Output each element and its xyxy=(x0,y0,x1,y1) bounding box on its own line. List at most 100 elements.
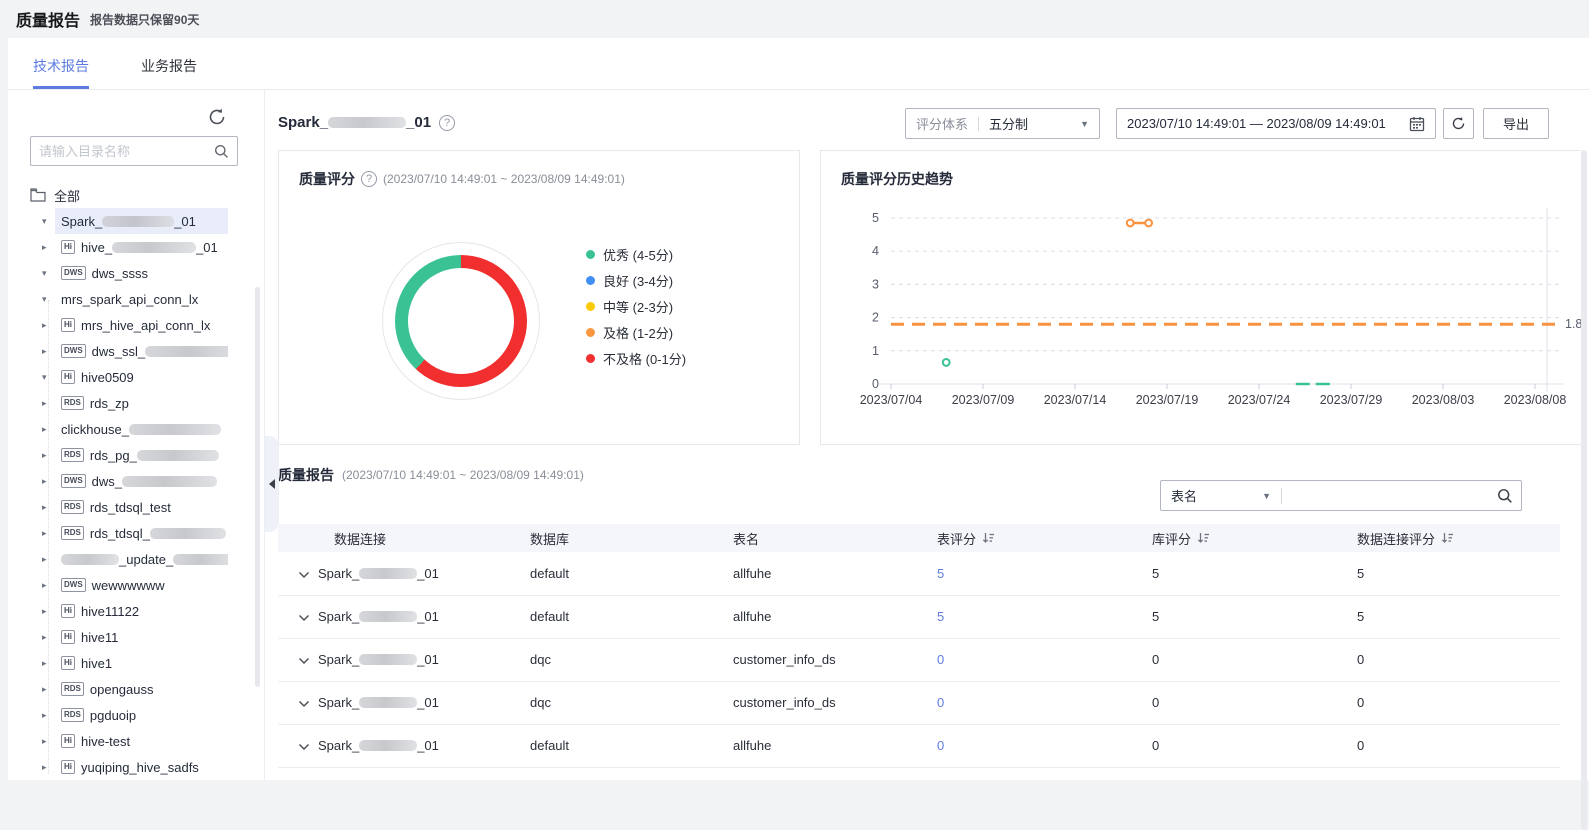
chevron-expanded-icon[interactable]: ▾ xyxy=(42,216,55,227)
redacted-text xyxy=(173,554,228,565)
name-text: dws_ssss xyxy=(92,266,148,281)
sort-icon[interactable] xyxy=(1441,532,1454,544)
column-header[interactable]: 库评分 xyxy=(1152,524,1357,552)
chevron-expanded-icon[interactable]: ▾ xyxy=(42,268,55,279)
tree-item[interactable]: ▸DWSwewwwwww xyxy=(8,572,254,598)
quality-score-help-icon[interactable]: ? xyxy=(361,171,377,187)
table-score-link[interactable]: 5 xyxy=(937,566,944,581)
row-expand-icon[interactable] xyxy=(298,614,310,622)
export-button[interactable]: 导出 xyxy=(1483,108,1549,139)
chevron-collapsed-icon[interactable]: ▸ xyxy=(42,242,55,253)
tree-item[interactable]: ▸Hihive11122 xyxy=(8,598,254,624)
chevron-collapsed-icon[interactable]: ▸ xyxy=(42,346,55,357)
tree-item[interactable]: ▸Hihive11 xyxy=(8,624,254,650)
table-score-link[interactable]: 0 xyxy=(937,652,944,667)
date-range-picker[interactable]: 2023/07/10 14:49:01 — 2023/08/09 14:49:0… xyxy=(1116,108,1436,139)
filter-search-input[interactable] xyxy=(1282,488,1497,503)
tree-item-body: Hihive0509 xyxy=(55,364,228,390)
chevron-collapsed-icon[interactable]: ▸ xyxy=(42,684,55,695)
directory-tree: 全部 ▾Spark__01▸Hihive__01▾DWSdws_ssss▾mrs… xyxy=(8,182,254,780)
search-icon[interactable] xyxy=(214,144,229,159)
column-header[interactable]: 表评分 xyxy=(937,524,1152,552)
filter-field-select[interactable]: 表名 ▼ xyxy=(1161,481,1281,510)
tree-item[interactable]: ▾Spark__01 xyxy=(8,208,254,234)
legend-item[interactable]: 不及格 (0-1分) xyxy=(586,351,686,366)
tree-item[interactable]: ▸RDSpgduoip xyxy=(8,702,254,728)
chevron-collapsed-icon[interactable]: ▸ xyxy=(42,658,55,669)
tree-item[interactable]: ▸_update_ xyxy=(8,546,254,572)
row-expand-icon[interactable] xyxy=(298,571,310,579)
chevron-collapsed-icon[interactable]: ▸ xyxy=(42,554,55,565)
legend-item[interactable]: 优秀 (4-5分) xyxy=(586,247,686,262)
score-system-select[interactable]: 评分体系 五分制 ▼ xyxy=(905,108,1100,139)
table-score-link[interactable]: 0 xyxy=(937,738,944,753)
directory-search-input[interactable] xyxy=(39,144,214,159)
chevron-collapsed-icon[interactable]: ▸ xyxy=(42,476,55,487)
refresh-tree-icon[interactable] xyxy=(206,106,228,128)
tree-item-body: Hihive1 xyxy=(55,650,228,676)
tree-item[interactable]: ▸RDSrds_zp xyxy=(8,390,254,416)
tree-root-all[interactable]: 全部 xyxy=(8,182,254,208)
name-text: _01 xyxy=(406,114,431,131)
chevron-collapsed-icon[interactable]: ▸ xyxy=(42,580,55,591)
help-icon[interactable]: ? xyxy=(439,115,455,131)
table-score-link[interactable]: 0 xyxy=(937,695,944,710)
chevron-collapsed-icon[interactable]: ▸ xyxy=(42,762,55,773)
table-score-link[interactable]: 5 xyxy=(937,609,944,624)
tree-item[interactable]: ▸DWSdws_ssl_ xyxy=(8,338,254,364)
cell-table-name: customer_info_ds xyxy=(733,681,937,724)
chevron-collapsed-icon[interactable]: ▸ xyxy=(42,606,55,617)
chevron-collapsed-icon[interactable]: ▸ xyxy=(42,710,55,721)
chevron-collapsed-icon[interactable]: ▸ xyxy=(42,502,55,513)
row-expand-icon[interactable] xyxy=(298,743,310,751)
tree-item[interactable]: ▸RDSrds_pg_ xyxy=(8,442,254,468)
legend-item[interactable]: 及格 (1-2分) xyxy=(586,325,686,340)
tree-item[interactable]: ▸Hihive1 xyxy=(8,650,254,676)
data-point-marker xyxy=(943,359,950,366)
row-expand-icon[interactable] xyxy=(298,700,310,708)
tree-item[interactable]: ▸Hihive-test xyxy=(8,728,254,754)
sort-icon[interactable] xyxy=(982,532,995,544)
cell-table-name: allfuhe xyxy=(733,552,937,595)
legend-item[interactable]: 良好 (3-4分) xyxy=(586,273,686,288)
refresh-report-button[interactable] xyxy=(1443,108,1474,139)
legend-item[interactable]: 中等 (2-3分) xyxy=(586,299,686,314)
tree-item[interactable]: ▸RDSrds_tdsql_test xyxy=(8,494,254,520)
tree-item[interactable]: ▸RDSopengauss xyxy=(8,676,254,702)
tree-item[interactable]: ▸clickhouse_ xyxy=(8,416,254,442)
chevron-collapsed-icon[interactable]: ▸ xyxy=(42,450,55,461)
tree-item[interactable]: ▾DWSdws_ssss xyxy=(8,260,254,286)
db-type-badge: Hi xyxy=(61,604,75,618)
chevron-expanded-icon[interactable]: ▾ xyxy=(42,294,55,305)
tab-biz-report[interactable]: 业务报告 xyxy=(141,38,197,89)
sort-icon[interactable] xyxy=(1197,532,1210,544)
tab-tech-report[interactable]: 技术报告 xyxy=(33,38,89,89)
cell-table-score: 5 xyxy=(937,595,1152,638)
tree-item-label: mrs_hive_api_conn_lx xyxy=(81,318,210,333)
search-icon[interactable] xyxy=(1497,488,1513,504)
tree-item[interactable]: ▸Hihive__01 xyxy=(8,234,254,260)
chevron-collapsed-icon[interactable]: ▸ xyxy=(42,632,55,643)
x-tick-label: 2023/07/19 xyxy=(1136,393,1199,407)
column-header[interactable]: 数据连接评分 xyxy=(1357,524,1560,552)
tree-item[interactable]: ▸DWSdws_ xyxy=(8,468,254,494)
tree-item-body: DWSdws_ssl_ xyxy=(55,338,228,364)
chevron-collapsed-icon[interactable]: ▸ xyxy=(42,736,55,747)
page-scrollbar[interactable] xyxy=(1581,150,1587,830)
sidebar-scrollbar[interactable] xyxy=(255,287,260,687)
sidebar-collapse-handle[interactable] xyxy=(265,436,279,532)
row-expand-icon[interactable] xyxy=(298,657,310,665)
tree-item[interactable]: ▸Hiyuqiping_hive_sadfs xyxy=(8,754,254,780)
redacted-text xyxy=(112,242,196,253)
chevron-collapsed-icon[interactable]: ▸ xyxy=(42,398,55,409)
chevron-collapsed-icon[interactable]: ▸ xyxy=(42,528,55,539)
tree-item-label: mrs_spark_api_conn_lx xyxy=(61,292,198,307)
chevron-collapsed-icon[interactable]: ▸ xyxy=(42,424,55,435)
chevron-collapsed-icon[interactable]: ▸ xyxy=(42,320,55,331)
tree-item[interactable]: ▾Hihive0509 xyxy=(8,364,254,390)
tree-item[interactable]: ▸Himrs_hive_api_conn_lx xyxy=(8,312,254,338)
tree-item[interactable]: ▾ mrs_spark_api_conn_lx xyxy=(8,286,254,312)
tree-item[interactable]: ▸RDSrds_tdsql_ xyxy=(8,520,254,546)
chevron-expanded-icon[interactable]: ▾ xyxy=(42,372,55,383)
name-text: Spark_ xyxy=(278,114,328,131)
